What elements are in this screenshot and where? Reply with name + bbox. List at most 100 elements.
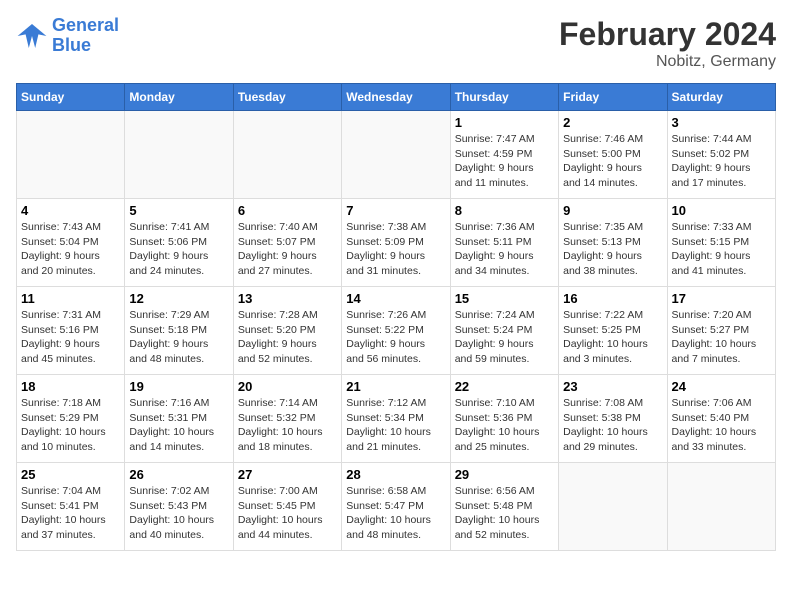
day-info: Sunrise: 7:28 AMSunset: 5:20 PMDaylight:… [238,308,337,367]
day-info: Sunrise: 7:16 AMSunset: 5:31 PMDaylight:… [129,396,228,455]
calendar-cell: 18Sunrise: 7:18 AMSunset: 5:29 PMDayligh… [17,375,125,463]
day-info: Sunrise: 7:14 AMSunset: 5:32 PMDaylight:… [238,396,337,455]
day-info: Sunrise: 7:08 AMSunset: 5:38 PMDaylight:… [563,396,662,455]
calendar-cell: 8 Sunrise: 7:36 AMSunset: 5:11 PMDaylight… [450,199,558,287]
calendar-table: SundayMondayTuesdayWednesdayThursdayFrid… [16,83,776,551]
weekday-header-tuesday: Tuesday [233,84,341,111]
page-subtitle: Nobitz, Germany [559,53,776,71]
day-number: 6 [238,203,337,218]
day-info: Sunrise: 7:41 AMSunset: 5:06 PMDaylight:… [129,220,228,279]
calendar-cell: 12 Sunrise: 7:29 AMSunset: 5:18 PMDayligh… [125,287,233,375]
day-number: 4 [21,203,120,218]
calendar-cell: 5 Sunrise: 7:41 AMSunset: 5:06 PMDaylight… [125,199,233,287]
day-info: Sunrise: 7:44 AMSunset: 5:02 PMDaylight:… [672,132,771,191]
page-title: February 2024 [559,16,776,53]
weekday-header-saturday: Saturday [667,84,775,111]
weekday-header-thursday: Thursday [450,84,558,111]
day-number: 9 [563,203,662,218]
calendar-cell: 17Sunrise: 7:20 AMSunset: 5:27 PMDayligh… [667,287,775,375]
day-number: 25 [21,467,120,482]
logo-text: General Blue [52,16,119,56]
week-row-5: 25 Sunrise: 7:04 AMSunset: 5:41 PMDayligh… [17,463,776,551]
day-number: 21 [346,379,445,394]
calendar-cell: 3 Sunrise: 7:44 AMSunset: 5:02 PMDaylight… [667,111,775,199]
day-number: 15 [455,291,554,306]
weekday-header-monday: Monday [125,84,233,111]
day-number: 19 [129,379,228,394]
calendar-cell: 19 Sunrise: 7:16 AMSunset: 5:31 PMDayligh… [125,375,233,463]
calendar-cell [125,111,233,199]
calendar-cell: 2 Sunrise: 7:46 AMSunset: 5:00 PMDaylight… [559,111,667,199]
calendar-cell: 6 Sunrise: 7:40 AMSunset: 5:07 PMDaylight… [233,199,341,287]
calendar-cell: 1 Sunrise: 7:47 AMSunset: 4:59 PMDaylight… [450,111,558,199]
calendar-cell: 24 Sunrise: 7:06 AMSunset: 5:40 PMDayligh… [667,375,775,463]
day-number: 2 [563,115,662,130]
day-info: Sunrise: 7:10 AMSunset: 5:36 PMDaylight:… [455,396,554,455]
day-number: 5 [129,203,228,218]
day-number: 11 [21,291,120,306]
calendar-cell: 15 Sunrise: 7:24 AMSunset: 5:24 PMDayligh… [450,287,558,375]
day-number: 20 [238,379,337,394]
day-number: 10 [672,203,771,218]
day-number: 3 [672,115,771,130]
day-info: Sunrise: 7:20 AMSunset: 5:27 PMDaylight:… [672,308,771,367]
calendar-cell: 29Sunrise: 6:56 AMSunset: 5:48 PMDayligh… [450,463,558,551]
day-info: Sunrise: 7:22 AMSunset: 5:25 PMDaylight:… [563,308,662,367]
calendar-cell: 4 Sunrise: 7:43 AMSunset: 5:04 PMDaylight… [17,199,125,287]
day-number: 16 [563,291,662,306]
week-row-4: 18Sunrise: 7:18 AMSunset: 5:29 PMDayligh… [17,375,776,463]
day-info: Sunrise: 7:24 AMSunset: 5:24 PMDaylight:… [455,308,554,367]
day-number: 28 [346,467,445,482]
day-info: Sunrise: 6:56 AMSunset: 5:48 PMDaylight:… [455,484,554,543]
day-info: Sunrise: 7:38 AMSunset: 5:09 PMDaylight:… [346,220,445,279]
calendar-cell: 11 Sunrise: 7:31 AMSunset: 5:16 PMDayligh… [17,287,125,375]
day-info: Sunrise: 7:46 AMSunset: 5:00 PMDaylight:… [563,132,662,191]
day-number: 8 [455,203,554,218]
calendar-cell: 23 Sunrise: 7:08 AMSunset: 5:38 PMDayligh… [559,375,667,463]
day-info: Sunrise: 7:04 AMSunset: 5:41 PMDaylight:… [21,484,120,543]
day-info: Sunrise: 7:02 AMSunset: 5:43 PMDaylight:… [129,484,228,543]
day-number: 26 [129,467,228,482]
day-number: 12 [129,291,228,306]
day-number: 13 [238,291,337,306]
day-info: Sunrise: 7:33 AMSunset: 5:15 PMDaylight:… [672,220,771,279]
calendar-cell: 26 Sunrise: 7:02 AMSunset: 5:43 PMDayligh… [125,463,233,551]
day-info: Sunrise: 7:36 AMSunset: 5:11 PMDaylight:… [455,220,554,279]
calendar-cell: 21 Sunrise: 7:12 AMSunset: 5:34 PMDayligh… [342,375,450,463]
day-info: Sunrise: 7:40 AMSunset: 5:07 PMDaylight:… [238,220,337,279]
calendar-cell: 9 Sunrise: 7:35 AMSunset: 5:13 PMDaylight… [559,199,667,287]
calendar-cell: 16 Sunrise: 7:22 AMSunset: 5:25 PMDayligh… [559,287,667,375]
day-info: Sunrise: 7:29 AMSunset: 5:18 PMDaylight:… [129,308,228,367]
day-number: 24 [672,379,771,394]
calendar-cell: 25 Sunrise: 7:04 AMSunset: 5:41 PMDayligh… [17,463,125,551]
day-number: 7 [346,203,445,218]
calendar-header: SundayMondayTuesdayWednesdayThursdayFrid… [17,84,776,111]
weekday-header-friday: Friday [559,84,667,111]
day-number: 1 [455,115,554,130]
calendar-cell: 20 Sunrise: 7:14 AMSunset: 5:32 PMDayligh… [233,375,341,463]
calendar-cell: 28 Sunrise: 6:58 AMSunset: 5:47 PMDayligh… [342,463,450,551]
day-number: 18 [21,379,120,394]
calendar-cell: 14Sunrise: 7:26 AMSunset: 5:22 PMDayligh… [342,287,450,375]
calendar-cell: 13 Sunrise: 7:28 AMSunset: 5:20 PMDayligh… [233,287,341,375]
day-number: 23 [563,379,662,394]
calendar-cell: 22Sunrise: 7:10 AMSunset: 5:36 PMDayligh… [450,375,558,463]
logo: General Blue [16,16,119,56]
day-number: 27 [238,467,337,482]
day-info: Sunrise: 6:58 AMSunset: 5:47 PMDaylight:… [346,484,445,543]
day-info: Sunrise: 7:35 AMSunset: 5:13 PMDaylight:… [563,220,662,279]
day-info: Sunrise: 7:31 AMSunset: 5:16 PMDaylight:… [21,308,120,367]
calendar-cell: 7 Sunrise: 7:38 AMSunset: 5:09 PMDaylight… [342,199,450,287]
day-info: Sunrise: 7:47 AMSunset: 4:59 PMDaylight:… [455,132,554,191]
day-info: Sunrise: 7:12 AMSunset: 5:34 PMDaylight:… [346,396,445,455]
title-block: February 2024 Nobitz, Germany [559,16,776,71]
calendar-cell [17,111,125,199]
week-row-1: 1 Sunrise: 7:47 AMSunset: 4:59 PMDaylight… [17,111,776,199]
calendar-cell: 27Sunrise: 7:00 AMSunset: 5:45 PMDayligh… [233,463,341,551]
day-info: Sunrise: 7:43 AMSunset: 5:04 PMDaylight:… [21,220,120,279]
calendar-cell: 10 Sunrise: 7:33 AMSunset: 5:15 PMDayligh… [667,199,775,287]
page-header: General Blue February 2024 Nobitz, Germa… [16,16,776,71]
day-info: Sunrise: 7:26 AMSunset: 5:22 PMDaylight:… [346,308,445,367]
weekday-header-row: SundayMondayTuesdayWednesdayThursdayFrid… [17,84,776,111]
day-info: Sunrise: 7:06 AMSunset: 5:40 PMDaylight:… [672,396,771,455]
